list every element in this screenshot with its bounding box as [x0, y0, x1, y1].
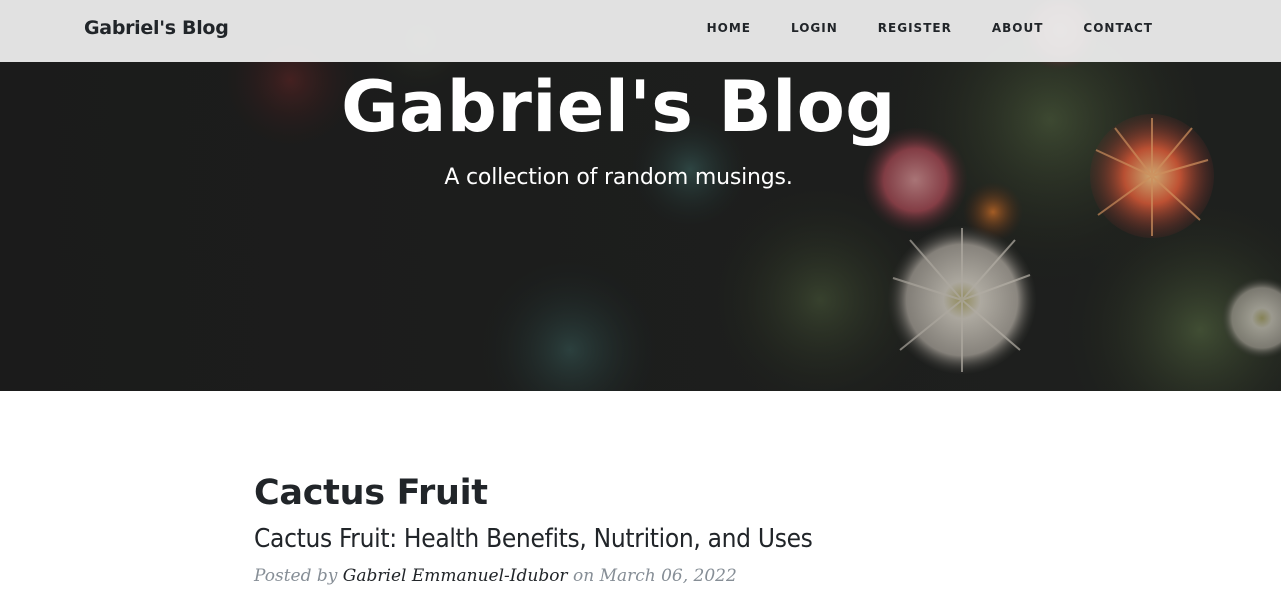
post-meta-prefix: Posted by [254, 566, 338, 586]
post-meta-on: on [572, 566, 595, 586]
hero-subtitle: A collection of random musings. [444, 165, 793, 190]
post-subtitle: Cactus Fruit: Health Benefits, Nutrition… [254, 524, 813, 554]
nav-item-login: LOGIN [771, 19, 858, 37]
post-date: March 06, 2022 [599, 566, 737, 586]
post-meta: Posted by Gabriel Emmanuel-Idubor on Mar… [254, 564, 1034, 588]
navbar-brand-link[interactable]: Gabriel's Blog [84, 15, 229, 41]
nav-item-about: ABOUT [972, 19, 1064, 37]
nav-link-login[interactable]: LOGIN [771, 19, 858, 37]
post-title: Cactus Fruit [254, 473, 488, 513]
nav-item-contact: CONTACT [1063, 19, 1153, 37]
nav-link-register[interactable]: REGISTER [858, 19, 972, 37]
nav-links: HOME LOGIN REGISTER ABOUT CONTACT [687, 19, 1153, 37]
post-author-link[interactable]: Gabriel Emmanuel-Idubor [343, 566, 568, 586]
navbar: Gabriel's Blog HOME LOGIN REGISTER ABOUT… [0, 0, 1281, 62]
nav-item-register: REGISTER [858, 19, 972, 37]
nav-item-home: HOME [687, 19, 771, 37]
nav-link-home[interactable]: HOME [687, 19, 771, 37]
hero-title: Gabriel's Blog [341, 66, 896, 148]
nav-link-about[interactable]: ABOUT [972, 19, 1064, 37]
post-preview: Cactus Fruit Cactus Fruit: Health Benefi… [254, 468, 1034, 588]
nav-link-contact[interactable]: CONTACT [1063, 19, 1153, 37]
post-link[interactable]: Cactus Fruit Cactus Fruit: Health Benefi… [254, 468, 1034, 559]
